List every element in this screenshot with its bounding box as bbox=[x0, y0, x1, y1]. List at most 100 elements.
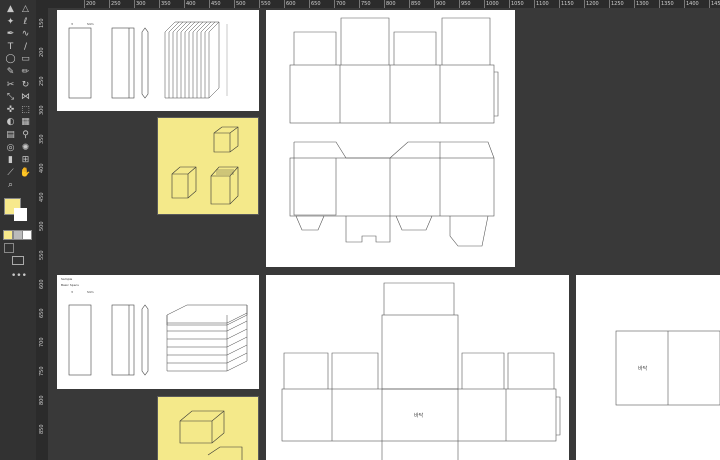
ruler-tick bbox=[284, 0, 285, 8]
ruler-tick bbox=[684, 0, 685, 8]
dieline-top bbox=[289, 17, 499, 247]
ruler-tick bbox=[634, 0, 635, 8]
canvas[interactable]: 3 Slim Sample Basic Specs 3 Slim 바닥 바닥 bbox=[48, 8, 720, 460]
ruler-tick bbox=[609, 0, 610, 8]
artboard-render-bottom[interactable] bbox=[157, 396, 259, 460]
ruler-tick-label: 650 bbox=[39, 308, 45, 318]
ruler-tick-label: 800 bbox=[386, 1, 396, 7]
slice-tool-icon[interactable]: ⟋ bbox=[4, 168, 17, 179]
box-render-bottom bbox=[179, 410, 243, 460]
ruler-tick-label: 650 bbox=[311, 1, 321, 7]
paintbrush-tool-icon[interactable]: ✎ bbox=[4, 67, 17, 78]
draw-mode-icon[interactable] bbox=[4, 243, 14, 253]
ruler-tick-label: 750 bbox=[39, 366, 45, 376]
hand-tool-icon[interactable]: ✋ bbox=[19, 168, 32, 179]
free-transform-tool-icon[interactable]: ⬚ bbox=[19, 105, 32, 116]
column-graph-tool-icon[interactable]: ▮ bbox=[4, 155, 17, 166]
lasso-tool-icon[interactable]: ℓ bbox=[19, 17, 32, 28]
symbol-sprayer-tool-icon[interactable]: ✺ bbox=[19, 143, 32, 154]
dieline-bottom bbox=[281, 282, 561, 460]
selection-tool-icon[interactable]: ▲ bbox=[4, 4, 17, 15]
artboard-dieline-bottom[interactable]: 바닥 bbox=[266, 275, 569, 460]
line-segment-tool-icon[interactable]: / bbox=[19, 42, 32, 53]
artboard-spec-top[interactable]: 3 Slim bbox=[57, 10, 259, 111]
vertical-ruler[interactable]: 150 200 250 300 350 400 450 500 550 600 650 700 750 8… bbox=[36, 0, 48, 460]
scale-tool-icon[interactable]: ⤡ bbox=[4, 92, 17, 103]
ruler-tick-label: 500 bbox=[39, 221, 45, 231]
ruler-tick-label: 300 bbox=[136, 1, 146, 7]
ruler-tick-label: 500 bbox=[236, 1, 246, 7]
rectangle-tool-icon[interactable]: ▭ bbox=[19, 54, 32, 65]
screen-mode-icon[interactable] bbox=[12, 256, 24, 265]
ruler-tick bbox=[459, 0, 460, 8]
ellipse-tool-icon[interactable]: ◯ bbox=[4, 54, 17, 65]
artboard-spec-bottom[interactable]: Sample Basic Specs 3 Slim bbox=[57, 275, 259, 389]
rotate-tool-icon[interactable]: ↻ bbox=[19, 80, 32, 91]
ruler-tick bbox=[659, 0, 660, 8]
ruler-tick-label: 550 bbox=[261, 1, 271, 7]
more-tools-icon[interactable]: ••• bbox=[11, 271, 27, 282]
direct-selection-tool-icon[interactable]: △ bbox=[19, 4, 32, 15]
ruler-tick-label: 1250 bbox=[611, 1, 624, 7]
horizontal-ruler[interactable]: 200 250 300 350 400 450 500 550 600 650 700 750 800 8… bbox=[36, 0, 720, 8]
ruler-tick-label: 1450 bbox=[711, 1, 720, 7]
dieline-panel-label: 바닥 bbox=[414, 413, 424, 419]
ruler-tick bbox=[359, 0, 360, 8]
pencil-tool-icon[interactable]: ✏ bbox=[19, 67, 32, 78]
ruler-tick-label: 950 bbox=[461, 1, 471, 7]
ruler-tick bbox=[584, 0, 585, 8]
ruler-tick-label: 250 bbox=[111, 1, 121, 7]
blend-tool-icon[interactable]: ◎ bbox=[4, 143, 17, 154]
ruler-tick bbox=[159, 0, 160, 8]
ruler-tick bbox=[334, 0, 335, 8]
ruler-tick-label: 300 bbox=[39, 105, 45, 115]
type-tool-icon[interactable]: T bbox=[4, 42, 17, 53]
magic-wand-tool-icon[interactable]: ✦ bbox=[4, 17, 17, 28]
ruler-tick-label: 1350 bbox=[661, 1, 674, 7]
artboard-tool-icon[interactable]: ⊞ bbox=[19, 155, 32, 166]
color-mode-icon[interactable] bbox=[3, 230, 13, 240]
ruler-tick-label: 700 bbox=[336, 1, 346, 7]
ruler-tick-label: 200 bbox=[39, 47, 45, 57]
ruler-tick-label: 550 bbox=[39, 250, 45, 260]
eyedropper-tool-icon[interactable]: ⚲ bbox=[19, 130, 32, 141]
ruler-tick-label: 1300 bbox=[636, 1, 649, 7]
ruler-tick-label: 450 bbox=[39, 192, 45, 202]
stroke-swatch[interactable] bbox=[14, 208, 27, 221]
shape-builder-tool-icon[interactable]: ◐ bbox=[4, 117, 17, 128]
ruler-tick bbox=[234, 0, 235, 8]
ruler-tick-label: 850 bbox=[39, 424, 45, 434]
artboard-dieline-top[interactable] bbox=[266, 10, 515, 267]
perspective-grid-tool-icon[interactable]: ▦ bbox=[19, 117, 32, 128]
artboard-render-top[interactable] bbox=[157, 117, 259, 215]
ruler-tick bbox=[409, 0, 410, 8]
ruler-tick-label: 1100 bbox=[536, 1, 549, 7]
ruler-tick-label: 400 bbox=[39, 163, 45, 173]
artboard-side[interactable]: 바닥 bbox=[576, 275, 720, 460]
ruler-tick-label: 250 bbox=[39, 76, 45, 86]
ruler-tick bbox=[434, 0, 435, 8]
width-tool-icon[interactable]: ⋈ bbox=[19, 92, 32, 103]
ruler-tick-label: 600 bbox=[39, 279, 45, 289]
none-swatch-icon[interactable] bbox=[22, 230, 32, 240]
gradient-mode-icon[interactable] bbox=[13, 230, 23, 240]
puppet-warp-tool-icon[interactable]: ✜ bbox=[4, 105, 17, 116]
ruler-tick-label: 350 bbox=[39, 134, 45, 144]
ruler-tick-label: 400 bbox=[186, 1, 196, 7]
curvature-tool-icon[interactable]: ∿ bbox=[19, 29, 32, 40]
ruler-tick-label: 1200 bbox=[586, 1, 599, 7]
ruler-tick-label: 1000 bbox=[486, 1, 499, 7]
gradient-tool-icon[interactable]: ▤ bbox=[4, 130, 17, 141]
ruler-tick-label: 900 bbox=[436, 1, 446, 7]
ruler-tick bbox=[309, 0, 310, 8]
spec-subtitle: Basic Specs bbox=[61, 283, 79, 287]
spec-title: Sample bbox=[61, 277, 73, 281]
spec-label-2: Slim bbox=[87, 22, 94, 26]
ruler-tick-label: 800 bbox=[39, 395, 45, 405]
ruler-tick-label: 850 bbox=[411, 1, 421, 7]
zoom-tool-icon[interactable]: ⌕ bbox=[4, 180, 17, 191]
scissors-tool-icon[interactable]: ✂ bbox=[4, 80, 17, 91]
ruler-tick bbox=[184, 0, 185, 8]
ruler-tick bbox=[384, 0, 385, 8]
pen-tool-icon[interactable]: ✒ bbox=[4, 29, 17, 40]
